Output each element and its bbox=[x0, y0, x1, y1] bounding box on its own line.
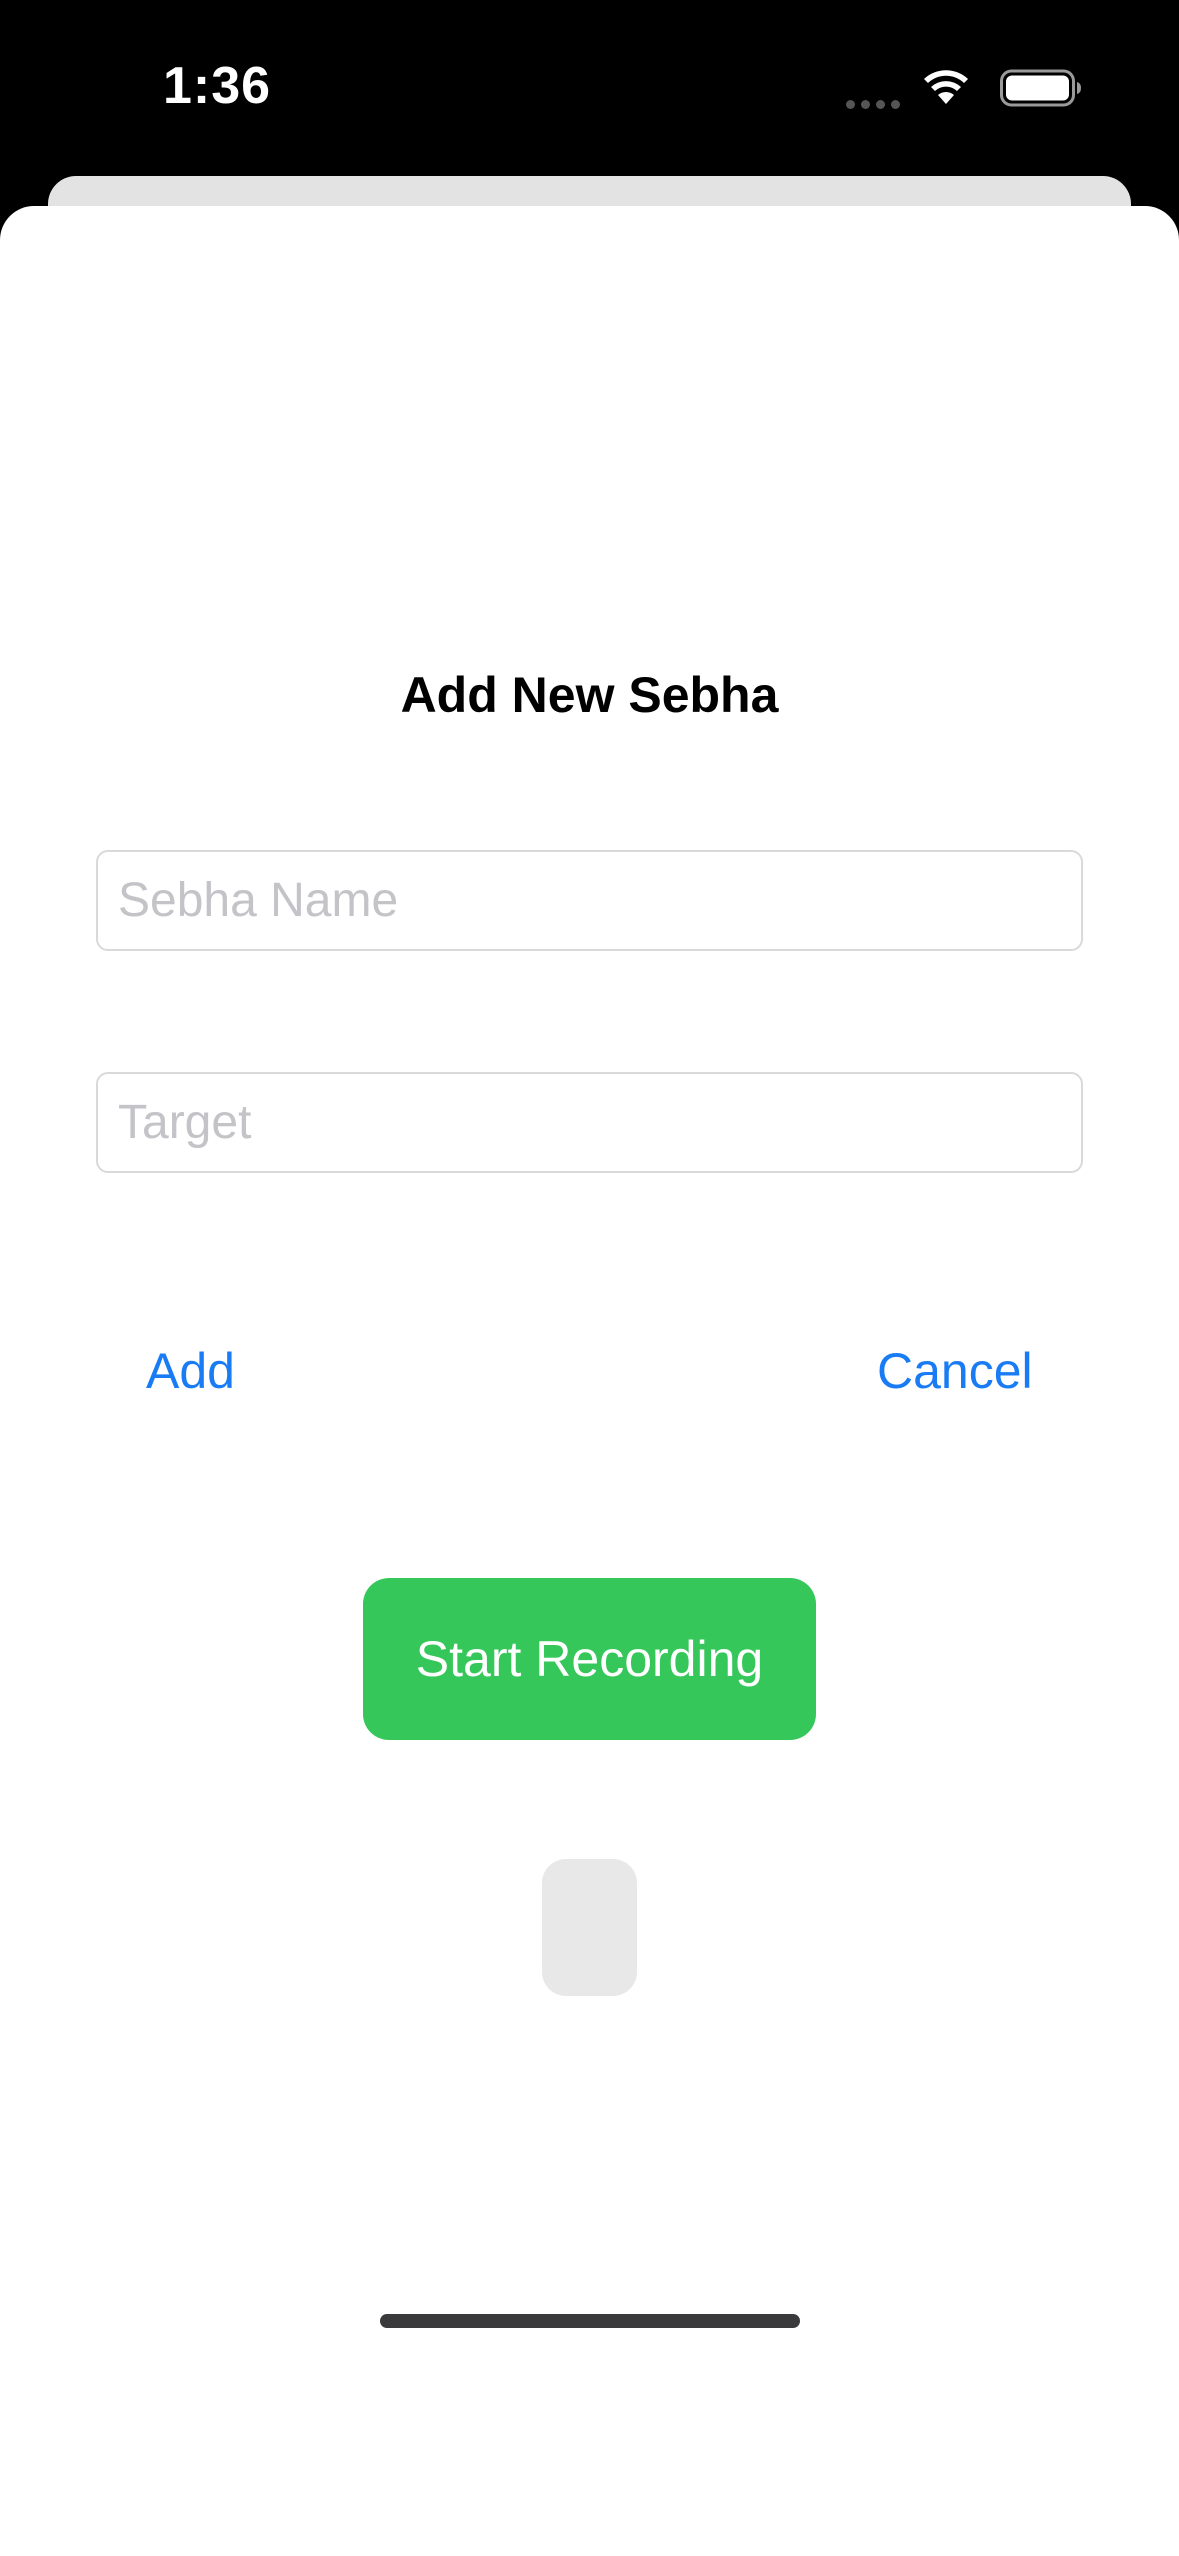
home-indicator[interactable] bbox=[380, 2314, 800, 2328]
cancel-button[interactable]: Cancel bbox=[877, 1342, 1033, 1400]
signal-dots-icon bbox=[846, 96, 906, 109]
start-recording-button[interactable]: Start Recording bbox=[363, 1578, 816, 1740]
add-sebha-sheet: Add New Sebha Add Cancel Start Recording bbox=[0, 206, 1179, 2556]
sebha-name-field[interactable] bbox=[96, 850, 1083, 951]
status-time: 1:36 bbox=[163, 57, 272, 115]
status-bar: 1:36 bbox=[0, 0, 1179, 175]
sheet-title: Add New Sebha bbox=[400, 667, 779, 723]
recording-indicator bbox=[542, 1859, 637, 1996]
wifi-icon bbox=[924, 70, 968, 104]
app-screen: 1:36 Add New Sebha Add Cancel Start Reco… bbox=[0, 0, 1179, 2556]
target-field[interactable] bbox=[96, 1072, 1083, 1173]
sebha-name-input[interactable] bbox=[98, 852, 1081, 949]
add-button[interactable]: Add bbox=[146, 1342, 235, 1400]
battery-icon bbox=[1000, 69, 1081, 107]
target-input[interactable] bbox=[98, 1074, 1081, 1171]
